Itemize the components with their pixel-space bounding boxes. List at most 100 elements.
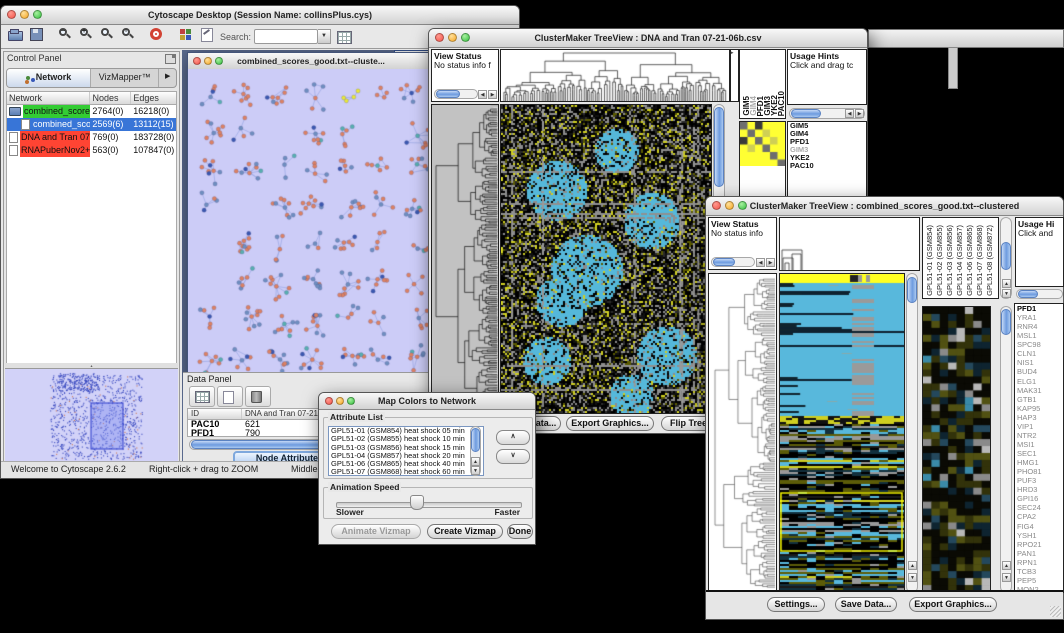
row-label[interactable]: RPN1 [1015, 558, 1063, 567]
float-panel-icon[interactable] [165, 54, 176, 64]
scroll-down-icon[interactable]: ▼ [1002, 573, 1011, 582]
network-name-cell[interactable]: combined_sco [7, 118, 90, 131]
dialog-titlebar[interactable]: Map Colors to Network [319, 393, 535, 410]
background-window-titlebar[interactable] [868, 29, 1064, 48]
help-ring-icon[interactable] [149, 27, 166, 42]
minimize-icon[interactable] [336, 397, 344, 405]
row-label[interactable]: NIS1 [1015, 358, 1063, 367]
close-icon[interactable] [193, 57, 201, 65]
column-label[interactable]: PAC10 [778, 91, 785, 116]
row-label[interactable]: PFD1 [1015, 304, 1063, 313]
tv2-row-dendro-canvas[interactable] [709, 274, 776, 592]
scroll-right-icon[interactable]: ▶ [766, 258, 775, 267]
row-label[interactable]: MSL1 [1015, 331, 1063, 340]
attribute-list-vscrollbar[interactable]: ▲ ▼ [470, 426, 481, 476]
tv1-row-dendro-canvas[interactable] [432, 105, 498, 413]
create-vizmap-button[interactable]: Create Vizmap [427, 524, 503, 539]
row-label[interactable]: SEC1 [1015, 449, 1063, 458]
scroll-right-icon[interactable]: ▶ [488, 90, 497, 99]
row-label[interactable]: YSH1 [1015, 531, 1063, 540]
row-label[interactable]: RNR4 [1015, 322, 1063, 331]
tv1-mini-heatmap-canvas[interactable] [740, 122, 785, 166]
close-icon[interactable] [7, 10, 16, 19]
column-label[interactable]: GPL51-06 (GSM865) [965, 225, 974, 296]
row-label[interactable]: GTB1 [1015, 395, 1063, 404]
results-table-icon[interactable] [336, 29, 353, 44]
tv2-column-dendrogram[interactable] [779, 217, 920, 271]
column-label[interactable]: GPL51-03 (GSM856) [945, 225, 954, 296]
col-id[interactable]: ID [188, 409, 242, 419]
minimize-icon[interactable] [725, 201, 734, 210]
tv1-column-dendrogram[interactable] [500, 49, 730, 102]
row-label[interactable]: SEC24 [1015, 503, 1063, 512]
column-label[interactable]: GPL51-02 (GSM855) [935, 225, 944, 296]
column-label[interactable]: GPL51-07 (GSM868) [975, 225, 984, 296]
close-icon[interactable] [712, 201, 721, 210]
search-dropdown-icon[interactable]: ▼ [318, 29, 331, 44]
tv2-heatmap-canvas[interactable] [780, 274, 904, 592]
view-status-hscrollbar[interactable] [434, 89, 478, 99]
scroll-down-icon[interactable]: ▼ [908, 573, 917, 582]
network-name-cell[interactable]: RNAPuberNov2+ [7, 144, 90, 157]
scroll-up-icon[interactable]: ▲ [908, 561, 917, 570]
row-label[interactable]: FIG4 [1015, 522, 1063, 531]
row-label[interactable]: BUD4 [1015, 367, 1063, 376]
tv1-col-dendro-canvas[interactable] [501, 50, 729, 101]
scroll-thumb[interactable] [714, 107, 724, 187]
resize-grip[interactable] [1050, 606, 1061, 617]
zoom-window-icon[interactable] [33, 10, 42, 19]
close-icon[interactable] [435, 33, 444, 42]
scroll-thumb[interactable] [471, 428, 480, 452]
row-label[interactable]: YRA1 [1015, 313, 1063, 322]
minimize-icon[interactable] [448, 33, 457, 42]
tv2-usage-hscrollbar[interactable] [1016, 289, 1063, 299]
network-row[interactable]: combined_sco2569(6)13112(15) [7, 118, 176, 131]
tv1-row-dendrogram[interactable] [431, 104, 499, 414]
row-label[interactable]: PAC10 [788, 162, 866, 170]
zoom-window-icon[interactable] [215, 57, 223, 65]
col-network[interactable]: Network [7, 92, 90, 104]
network-row[interactable]: DNA and Tran 07769(0)183728(0) [7, 131, 176, 144]
birdseye-canvas[interactable] [5, 369, 178, 462]
birdseye-view[interactable] [5, 368, 178, 462]
row-label[interactable]: SPC98 [1015, 340, 1063, 349]
open-folder-icon[interactable] [7, 27, 24, 42]
vizmapper-palette-icon[interactable] [178, 27, 195, 42]
row-label[interactable]: VIP1 [1015, 422, 1063, 431]
annotation-note-icon[interactable] [199, 27, 216, 42]
tv1-splitter-strip[interactable]: ▸ [730, 49, 739, 102]
scroll-thumb[interactable] [907, 277, 917, 303]
tab-overflow-arrow[interactable]: ▶ [159, 69, 176, 87]
tv2-col-dendro-canvas[interactable] [780, 218, 919, 270]
scroll-up-icon[interactable]: ▲ [1002, 561, 1011, 570]
tv1-heatmap-canvas[interactable] [501, 105, 711, 413]
move-up-button[interactable]: ∧ [496, 430, 530, 445]
row-label[interactable]: PUF3 [1015, 476, 1063, 485]
zoom-window-icon[interactable] [347, 397, 355, 405]
scroll-down-icon[interactable]: ▼ [1002, 289, 1011, 298]
view-status-hscrollbar[interactable] [711, 257, 755, 267]
row-label[interactable]: PAN1 [1015, 549, 1063, 558]
row-label[interactable]: HAP3 [1015, 413, 1063, 422]
minimize-icon[interactable] [204, 57, 212, 65]
scroll-thumb[interactable] [713, 258, 735, 266]
scroll-right-icon[interactable]: ▶ [855, 109, 864, 118]
export-graphics-button[interactable]: Export Graphics... [566, 416, 654, 431]
zoom-window-icon[interactable] [461, 33, 470, 42]
row-label[interactable]: KAP95 [1015, 404, 1063, 413]
done-button[interactable]: Done [507, 524, 533, 539]
animate-vizmap-button[interactable]: Animate Vizmap [331, 524, 421, 539]
export-graphics-button[interactable]: Export Graphics... [909, 597, 997, 612]
network-name-cell[interactable]: DNA and Tran 07 [7, 131, 90, 144]
move-down-button[interactable]: ∨ [496, 449, 530, 464]
save-data-button[interactable]: Save Data... [835, 597, 897, 612]
network-name-cell[interactable]: combined_scores [7, 105, 90, 118]
tab-network[interactable]: Network [7, 69, 91, 87]
row-label[interactable]: PHO81 [1015, 467, 1063, 476]
row-label[interactable]: ELG1 [1015, 377, 1063, 386]
speed-slider-thumb[interactable] [410, 495, 424, 510]
attribute-list-item[interactable]: GPL51-07 (GSM868) heat shock 60 min [329, 468, 483, 476]
attribute-list[interactable]: GPL51-01 (GSM854) heat shock 05 minGPL51… [328, 426, 484, 476]
col-edges[interactable]: Edges [131, 92, 176, 104]
scroll-thumb[interactable] [791, 109, 821, 118]
